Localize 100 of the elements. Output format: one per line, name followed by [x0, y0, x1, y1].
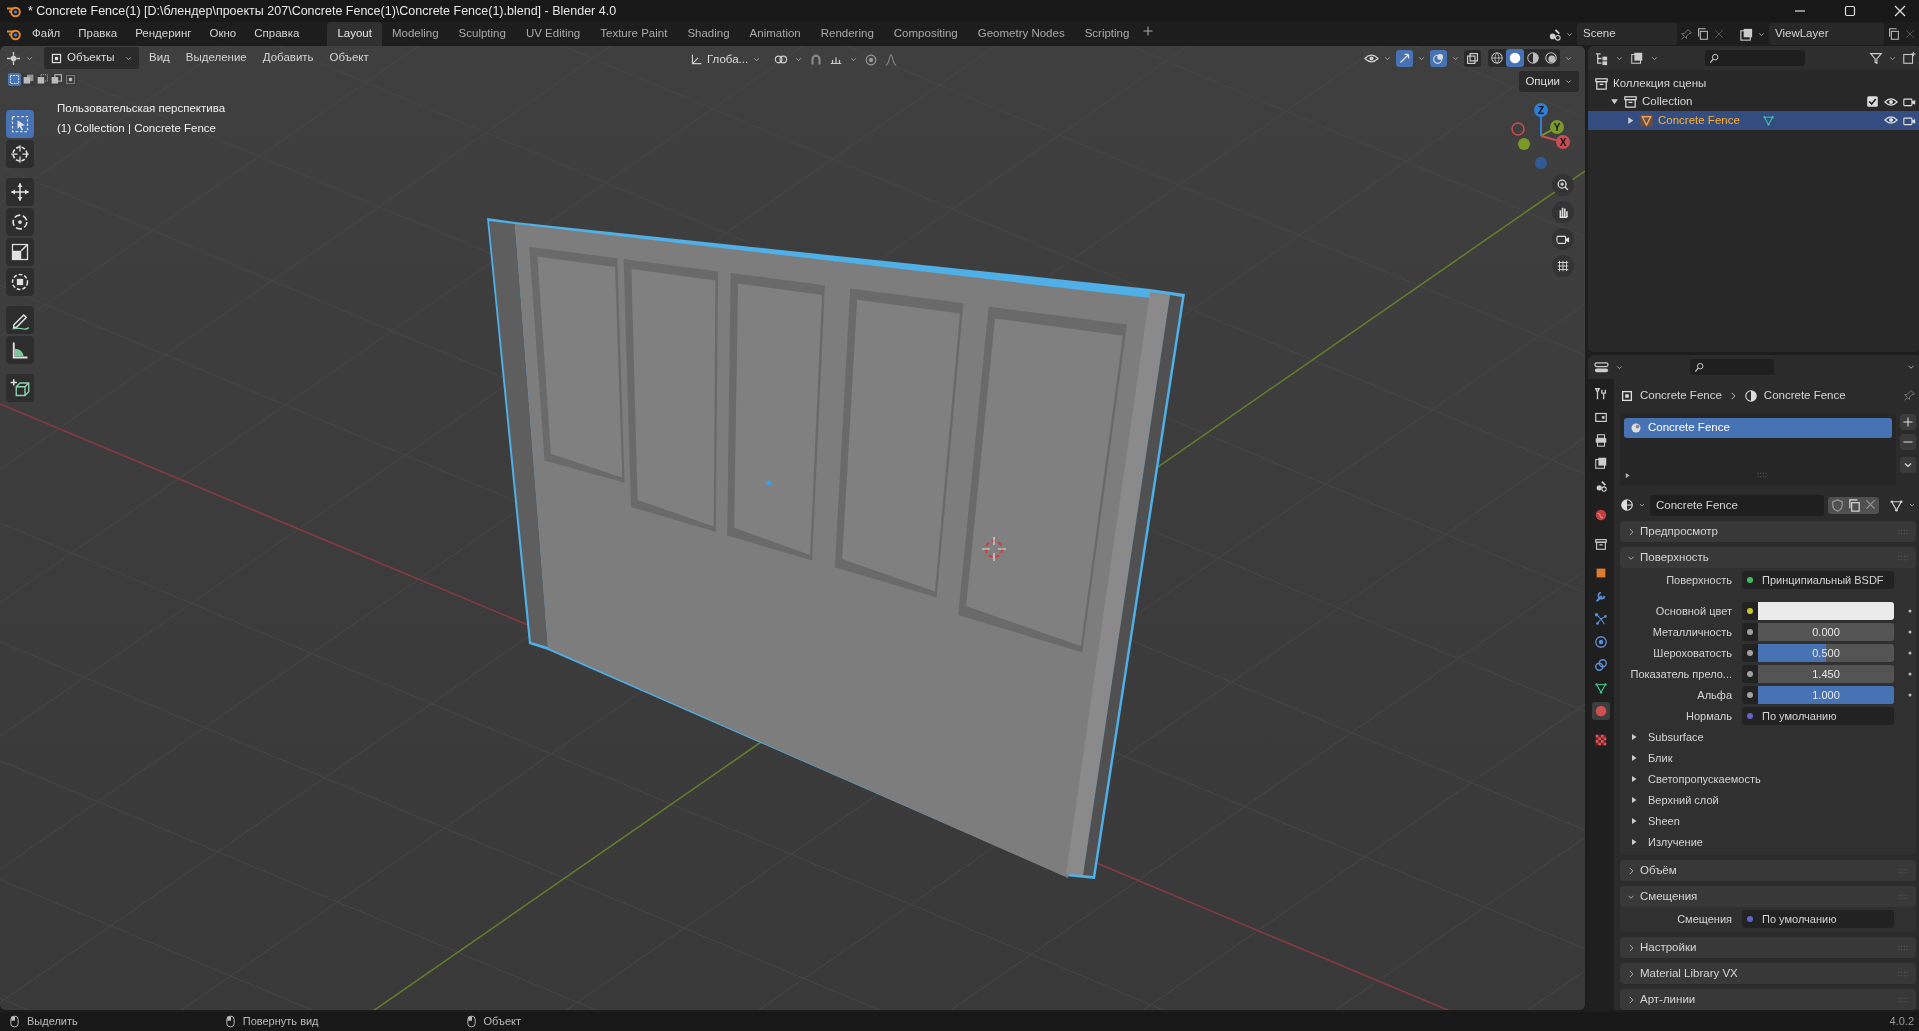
- magnet-icon[interactable]: [809, 52, 824, 67]
- outliner-item[interactable]: Коллекция сцены: [1613, 74, 1707, 92]
- pencil-icon[interactable]: [6, 306, 34, 334]
- fake-user-shield-icon[interactable]: [1830, 497, 1845, 513]
- editor-type-icon[interactable]: [6, 50, 21, 66]
- selection-mode-icon[interactable]: [8, 73, 21, 86]
- menu-item[interactable]: Рендеринг: [127, 23, 200, 45]
- disclosure-triangle-icon[interactable]: [1626, 115, 1635, 125]
- subpanel-title[interactable]: Sheen: [1648, 812, 1680, 830]
- caret-icon[interactable]: [1900, 457, 1916, 474]
- move-icon[interactable]: [6, 178, 34, 206]
- camera-icon[interactable]: [1903, 95, 1916, 109]
- workspace-tab[interactable]: UV Editing: [515, 22, 591, 46]
- material-shading-icon[interactable]: [1524, 49, 1542, 67]
- transform-icon[interactable]: [6, 268, 34, 296]
- expand-triangle-icon[interactable]: [1630, 838, 1638, 846]
- panel-header[interactable]: Предпросмотр: [1620, 521, 1916, 542]
- scale-icon[interactable]: [6, 238, 34, 266]
- copy-icon[interactable]: [1887, 27, 1901, 41]
- subpanel-title[interactable]: Излучение: [1648, 833, 1703, 851]
- breadcrumb-item[interactable]: Concrete Fence: [1640, 387, 1722, 405]
- slider-field[interactable]: 0.500: [1758, 644, 1894, 662]
- subpanel-title[interactable]: Верхний слой: [1648, 791, 1719, 809]
- workspace-tab[interactable]: Shading: [677, 22, 740, 46]
- workspace-tab[interactable]: Layout: [327, 22, 382, 46]
- solid-shading-icon[interactable]: [1506, 49, 1524, 67]
- menu-item[interactable]: Добавить: [256, 47, 320, 69]
- material-name-field[interactable]: Concrete Fence: [1650, 494, 1824, 516]
- ruler-icon[interactable]: [6, 336, 34, 364]
- expand-triangle-icon[interactable]: [1630, 817, 1638, 825]
- menu-item[interactable]: Окно: [201, 23, 245, 45]
- workspace-tab[interactable]: Animation: [739, 22, 811, 46]
- maximize-icon[interactable]: [1842, 3, 1858, 19]
- add-workspace-icon[interactable]: [1142, 25, 1155, 38]
- node-link-field[interactable]: По умолчанию: [1758, 707, 1894, 725]
- slider-field[interactable]: 0.000: [1758, 623, 1894, 641]
- breadcrumb-item[interactable]: Concrete Fence: [1763, 387, 1846, 405]
- selection-mode-icon[interactable]: [50, 73, 63, 86]
- remove-slot-icon[interactable]: [1900, 434, 1916, 451]
- search-field[interactable]: [1705, 50, 1805, 66]
- constraint-icon[interactable]: [1592, 656, 1610, 674]
- copy-icon[interactable]: [1847, 497, 1862, 513]
- expand-triangle-icon[interactable]: [1624, 471, 1631, 479]
- selection-mode-icon[interactable]: [22, 73, 35, 86]
- axis-handle[interactable]: X: [1540, 135, 1570, 149]
- subpanel-title[interactable]: Subsurface: [1648, 728, 1704, 746]
- physics-icon[interactable]: [1592, 633, 1610, 651]
- fence-model-drawing[interactable]: [487, 218, 1185, 879]
- node-link-field[interactable]: По умолчанию: [1758, 910, 1894, 928]
- axis-handle[interactable]: [1518, 138, 1530, 150]
- panel-header[interactable]: Объём: [1620, 860, 1916, 881]
- panel-header[interactable]: Настройки: [1620, 937, 1916, 958]
- proportional-edit-icon[interactable]: [864, 52, 879, 67]
- menu-item[interactable]: Объект: [323, 47, 375, 69]
- close-icon[interactable]: [1892, 3, 1908, 19]
- node-link-field[interactable]: Принципиальный BSDF: [1758, 571, 1894, 589]
- socket-button[interactable]: [1742, 665, 1758, 683]
- falloff-curve-icon[interactable]: [884, 52, 899, 67]
- pin-icon[interactable]: [1903, 389, 1916, 403]
- orientation-dropdown[interactable]: Глоба...: [684, 49, 768, 71]
- socket-button[interactable]: [1742, 602, 1758, 620]
- selection-mode-icon[interactable]: [36, 73, 49, 86]
- selection-mode-icon[interactable]: [64, 73, 77, 86]
- outliner-row[interactable]: Concrete Fence: [1588, 111, 1919, 130]
- add-cube-icon[interactable]: [6, 374, 34, 402]
- material-slot[interactable]: Concrete Fence: [1624, 418, 1892, 438]
- workspace-tab[interactable]: Sculpting: [448, 22, 516, 46]
- workspace-tab[interactable]: Rendering: [810, 22, 884, 46]
- workspace-tab[interactable]: Scripting: [1074, 22, 1140, 46]
- expand-triangle-icon[interactable]: [1630, 796, 1638, 804]
- socket-button[interactable]: [1742, 686, 1758, 704]
- material-icon[interactable]: [1620, 498, 1634, 513]
- mode-dropdown[interactable]: Объекты: [44, 47, 139, 69]
- options-dropdown[interactable]: Опции: [1519, 71, 1579, 93]
- axis-handle[interactable]: [1511, 122, 1525, 136]
- menu-item[interactable]: Выделение: [179, 47, 253, 69]
- select-box-icon[interactable]: [6, 110, 34, 138]
- checkbox-icon[interactable]: [1866, 95, 1879, 109]
- workspace-tab[interactable]: Compositing: [883, 22, 968, 46]
- workspace-tab[interactable]: Modeling: [381, 22, 449, 46]
- axis-handle[interactable]: Z: [1534, 103, 1548, 137]
- copy-icon[interactable]: [1696, 27, 1710, 41]
- subpanel-title[interactable]: Блик: [1648, 749, 1673, 767]
- rendered-shading-icon[interactable]: [1542, 49, 1560, 67]
- view-layer-icon[interactable]: [1739, 26, 1754, 42]
- menu-item[interactable]: Справка: [246, 23, 308, 45]
- new-collection-icon[interactable]: [1902, 51, 1916, 65]
- search-field[interactable]: [1690, 359, 1774, 375]
- expand-triangle-icon[interactable]: [1630, 754, 1638, 762]
- expand-triangle-icon[interactable]: [1630, 733, 1638, 741]
- expand-triangle-icon[interactable]: [1630, 775, 1638, 783]
- socket-button[interactable]: [1742, 623, 1758, 641]
- slider-field[interactable]: 1.450: [1758, 665, 1894, 683]
- workspace-tab[interactable]: Texture Paint: [590, 22, 678, 46]
- menu-item[interactable]: Правка: [70, 23, 126, 45]
- socket-button[interactable]: [1742, 644, 1758, 662]
- menu-item[interactable]: Файл: [24, 23, 69, 45]
- disclosure-triangle-icon[interactable]: [1610, 97, 1619, 107]
- slider-field[interactable]: 1.000: [1758, 686, 1894, 704]
- wireframe-shading-icon[interactable]: [1488, 49, 1506, 67]
